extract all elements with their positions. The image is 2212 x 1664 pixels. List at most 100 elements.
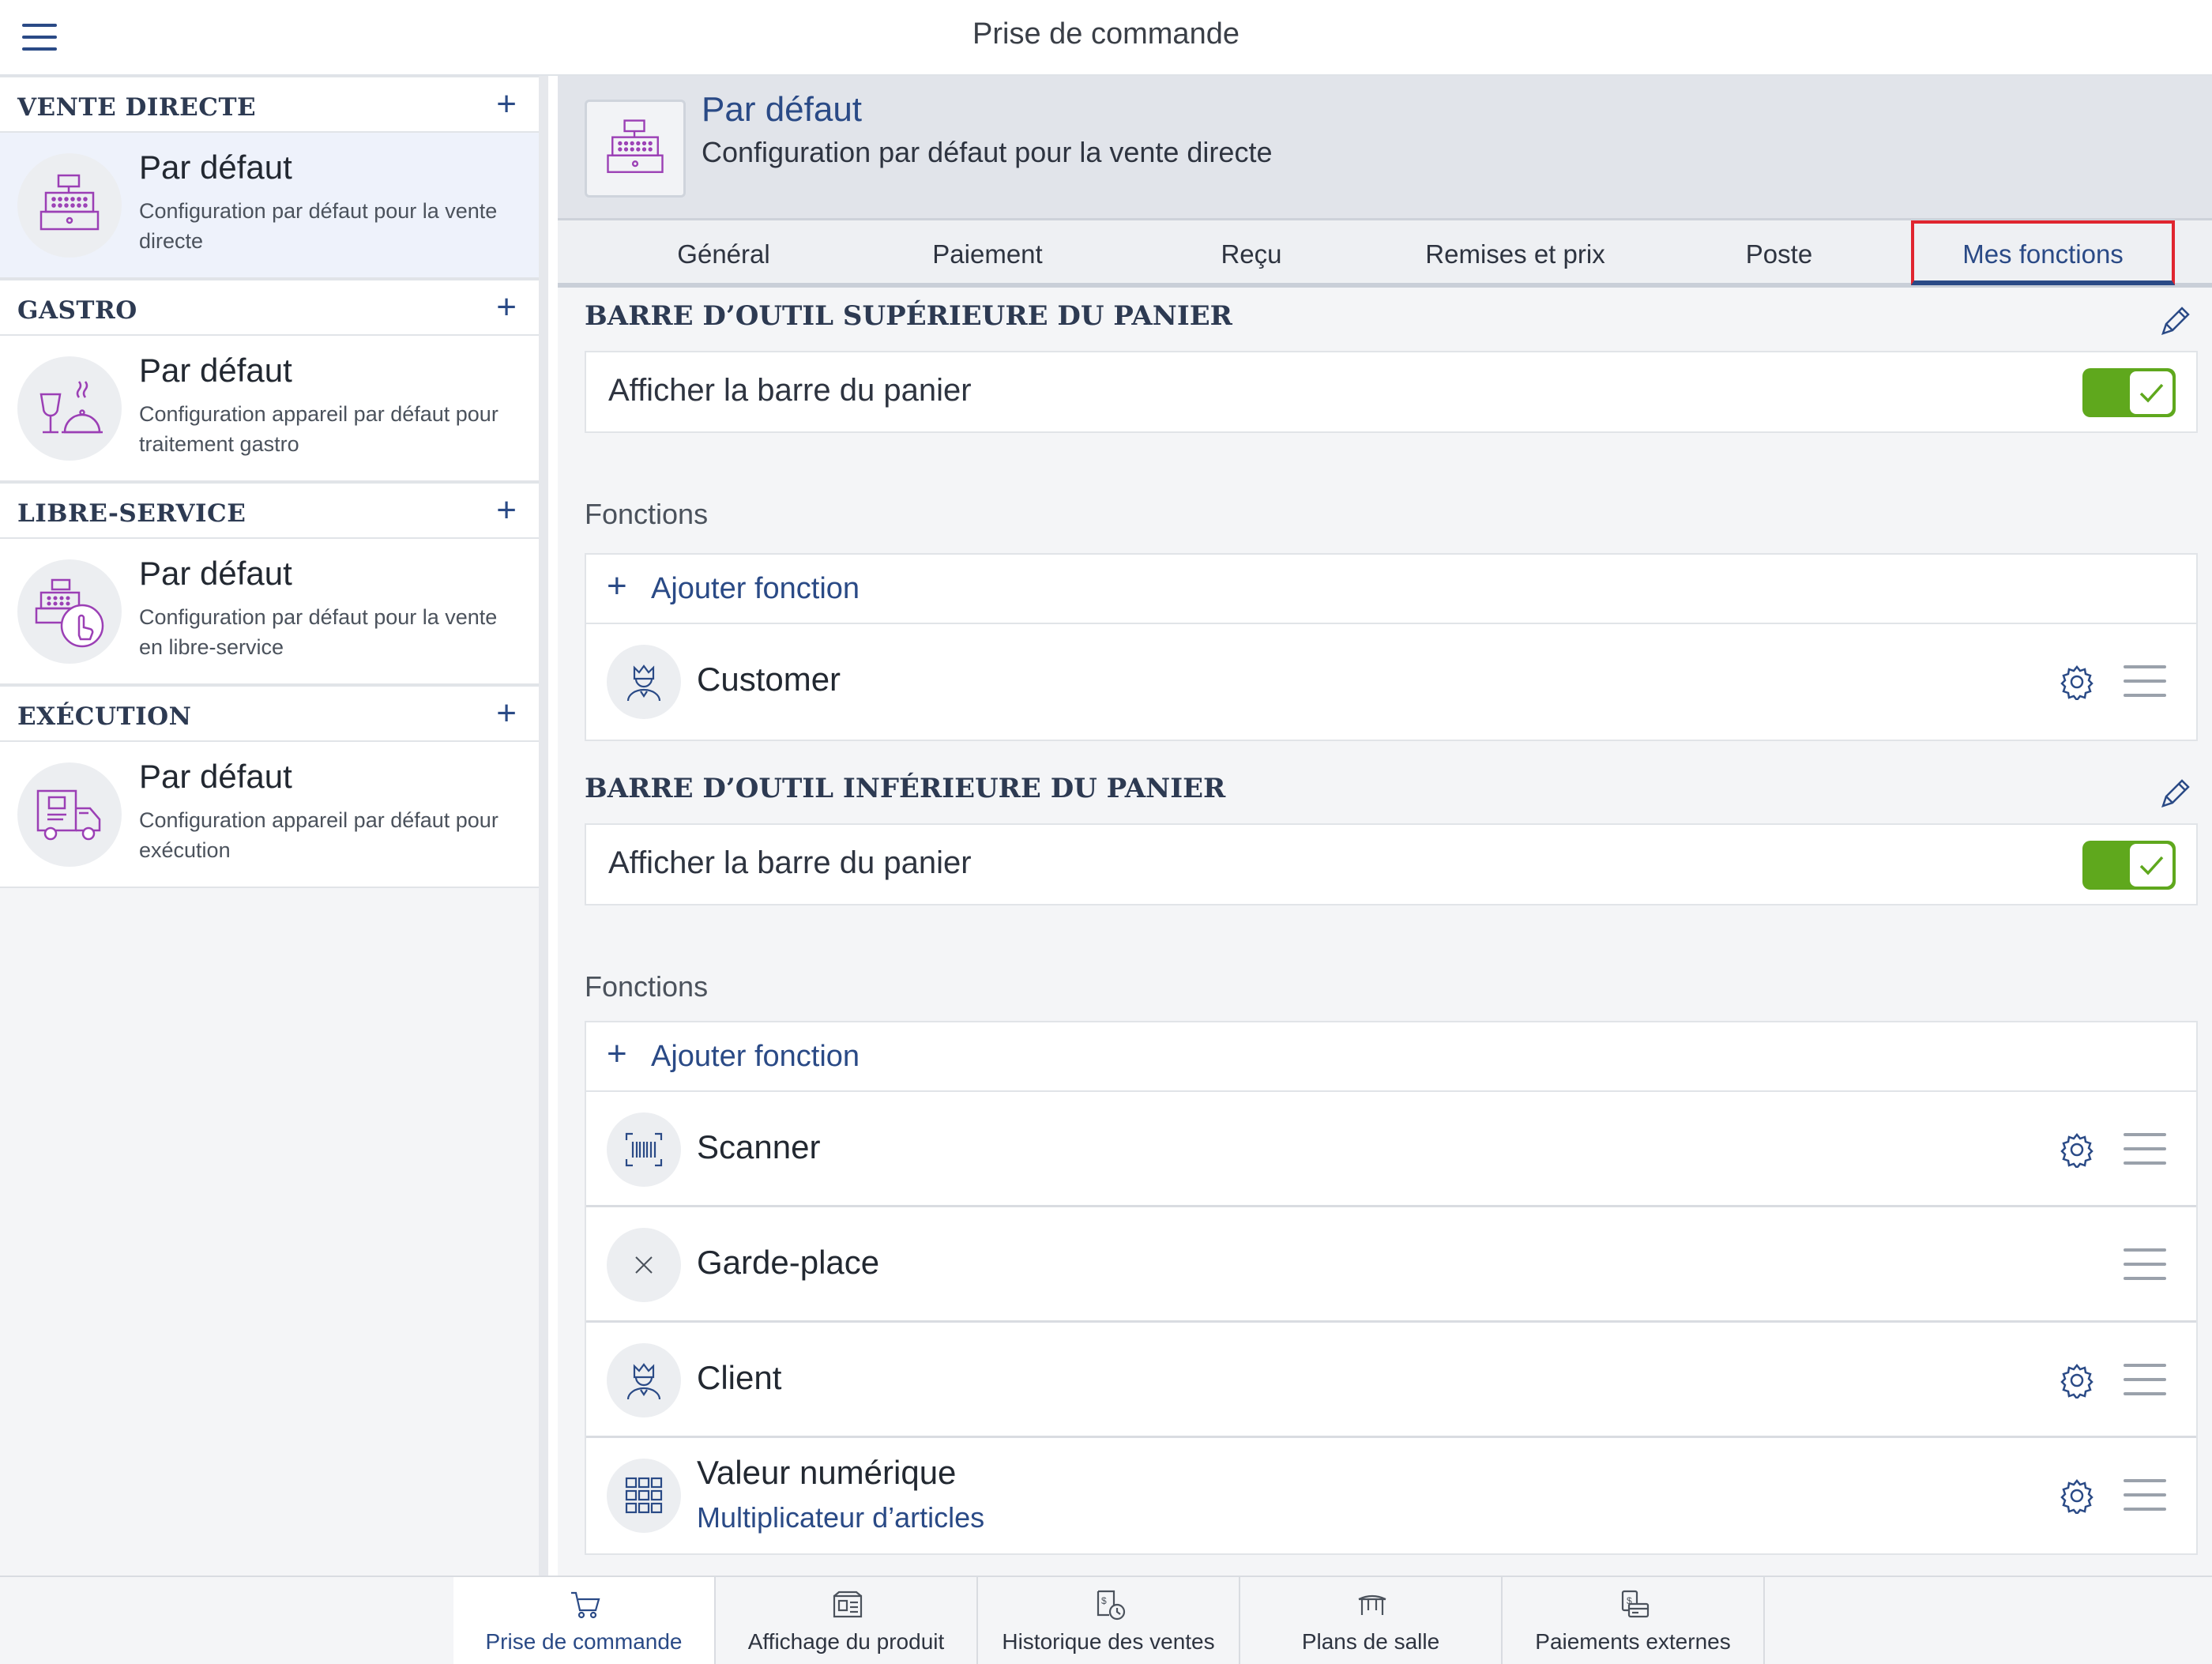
section-header-gastro: GASTRO + [0,279,539,336]
tab-remises-et-prix[interactable]: Remises et prix [1383,220,1647,285]
top-toolbar-title: BARRE D’OUTIL SUPÉRIEURE DU PANIER [585,300,1232,332]
config-detail-panel: Par défaut Configuration par défaut pour… [558,76,2212,1576]
function-row-customer[interactable]: Customer [586,624,2196,740]
plus-icon: + [607,1034,627,1073]
drag-handle-icon[interactable] [2124,1479,2166,1512]
gastro-icon [17,356,122,461]
section-title: EXÉCUTION [17,702,192,731]
bottom-tab-label: Plans de salle [1301,1629,1440,1654]
function-row-scanner[interactable]: Scanner [586,1092,2196,1207]
gear-icon[interactable] [2059,664,2095,702]
function-name: Client [697,1359,782,1396]
tab-poste[interactable]: Poste [1647,220,1911,285]
gear-icon[interactable] [2059,1362,2095,1401]
bottom-tab-label: Affichage du produit [747,1629,945,1654]
config-name: Par défaut [139,352,292,389]
floor-plan-table-icon [1356,1588,1389,1621]
config-name: Par défaut [139,758,292,795]
tab-general[interactable]: Général [592,220,856,285]
function-subtitle: Multiplicateur d’articles [697,1501,985,1534]
bottom-tab-label: Historique des ventes [1002,1629,1215,1654]
bottom-navigation: Prise de commande Affichage du produit $… [0,1576,2212,1664]
tab-paiement[interactable]: Paiement [856,220,1119,285]
bottom-tab-plans-de-salle[interactable]: Plans de salle [1240,1577,1503,1664]
function-row-client[interactable]: Client [586,1323,2196,1438]
add-function-label: Ajouter fonction [651,1040,860,1073]
numeric-keypad-icon [607,1459,681,1533]
toggle-label: Afficher la barre du panier [608,373,972,408]
sales-history-icon: $ [1093,1588,1127,1621]
app-title: Prise de commande [972,17,1240,51]
drag-handle-icon[interactable] [2124,1248,2166,1282]
section-header-execution: EXÉCUTION + [0,685,539,742]
function-name: Garde-place [697,1244,880,1281]
bottom-tab-historique-des-ventes[interactable]: $ Historique des ventes [978,1577,1240,1664]
config-header: Par défaut Configuration par défaut pour… [558,76,2212,218]
section-title: LIBRE-SERVICE [17,499,246,528]
top-functions-list: + Ajouter fonction Customer [585,553,2198,741]
delivery-truck-icon [17,762,122,867]
config-subtitle: Configuration par défaut pour la vente d… [702,136,1273,168]
add-function-button[interactable]: + Ajouter fonction [586,1022,2196,1092]
tab-mes-fonctions[interactable]: Mes fonctions [1911,220,2175,285]
add-function-label: Ajouter fonction [651,572,860,605]
drag-handle-icon[interactable] [2124,665,2166,698]
add-config-button[interactable]: + [496,87,517,122]
function-row-valeur-numerique[interactable]: Valeur numérique Multiplicateur d’articl… [586,1438,2196,1553]
config-title: Par défaut [702,90,863,129]
svg-text:$: $ [1101,1595,1107,1606]
config-description: Configuration appareil par défaut pour e… [139,808,498,862]
bottom-tab-affichage-du-produit[interactable]: Affichage du produit [716,1577,978,1664]
tab-bar: Général Paiement Reçu Remises et prix Po… [558,218,2212,288]
bottom-toolbar-toggle-row: Afficher la barre du panier [585,823,2198,905]
bottom-tab-label: Prise de commande [485,1629,683,1654]
section-header-libre-service: LIBRE-SERVICE + [0,482,539,539]
add-function-button[interactable]: + Ajouter fonction [586,555,2196,624]
edit-pencil-icon[interactable] [2157,774,2195,812]
product-display-icon [831,1588,864,1621]
gear-icon[interactable] [2059,1131,2095,1170]
function-row-garde-place[interactable]: Garde-place [586,1207,2196,1323]
top-toolbar-toggle-row: Afficher la barre du panier [585,351,2198,433]
edit-pencil-icon[interactable] [2157,302,2195,340]
add-config-button[interactable]: + [496,696,517,731]
self-service-icon [17,559,122,664]
placeholder-x-icon [607,1228,681,1302]
customer-icon [607,645,681,719]
cash-register-icon [17,153,122,258]
section-title: GASTRO [17,296,137,325]
top-bar: Prise de commande [0,0,2212,76]
external-payments-icon: $ [1618,1588,1651,1621]
functions-caption: Fonctions [585,970,709,1003]
config-description: Configuration appareil par défaut pour t… [139,402,498,456]
config-item-gastro[interactable]: Par défaut Configuration appareil par dé… [0,336,539,482]
customer-icon [607,1343,681,1417]
bottom-functions-list: + Ajouter fonction Scanner Garde-place C… [585,1021,2198,1555]
config-item-libre-service[interactable]: Par défaut Configuration par défaut pour… [0,539,539,685]
drag-handle-icon[interactable] [2124,1133,2166,1166]
bottom-tab-paiements-externes[interactable]: $ Paiements externes [1503,1577,1765,1664]
gear-icon[interactable] [2059,1478,2095,1516]
sidebar: VENTE DIRECTE + Par défaut Configuration… [0,76,548,1576]
function-name: Customer [697,661,841,698]
bottom-nav-spacer [1765,1577,2212,1664]
config-name: Par défaut [139,149,292,186]
show-cart-bar-toggle[interactable] [2082,368,2176,417]
tab-recu[interactable]: Reçu [1119,220,1383,285]
show-cart-bar-toggle[interactable] [2082,841,2176,890]
drag-handle-icon[interactable] [2124,1364,2166,1397]
function-name: Scanner [697,1128,821,1165]
add-config-button[interactable]: + [496,493,517,528]
barcode-scanner-icon [607,1112,681,1187]
config-item-vente-directe[interactable]: Par défaut Configuration par défaut pour… [0,133,539,279]
config-name: Par défaut [139,555,292,592]
bottom-nav-spacer [0,1577,453,1664]
add-config-button[interactable]: + [496,290,517,325]
toggle-label: Afficher la barre du panier [608,845,972,880]
config-item-execution[interactable]: Par défaut Configuration appareil par dé… [0,742,539,888]
bottom-tab-prise-de-commande[interactable]: Prise de commande [453,1577,716,1664]
cash-register-icon [585,100,686,198]
checkmark-icon [2130,371,2172,414]
plus-icon: + [607,567,627,605]
config-description: Configuration par défaut pour la vente e… [139,605,498,659]
